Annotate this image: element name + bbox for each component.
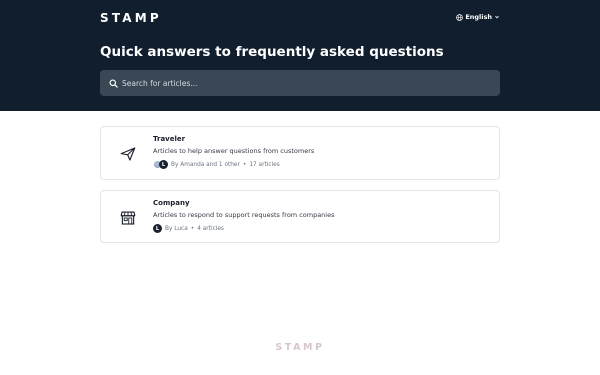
header-logo[interactable]: STAMP [100, 11, 162, 25]
site-header: STAMP English Quick answers to frequentl… [0, 0, 600, 111]
storefront-icon [118, 208, 138, 228]
article-count: 17 articles [249, 161, 280, 168]
author-avatars: L [153, 160, 168, 169]
language-selector[interactable]: English [456, 13, 500, 21]
collection-meta: L By Amanda and 1 other • 17 articles [153, 160, 280, 169]
chevron-down-icon [495, 15, 499, 19]
meta-separator: • [190, 225, 195, 232]
collection-title: Company [153, 199, 190, 207]
footer-logo[interactable]: STAMP [0, 342, 600, 353]
avatar: L [153, 224, 162, 233]
article-count: 4 articles [197, 225, 224, 232]
collection-authors: By Luca [165, 225, 188, 232]
search-placeholder: Search for articles... [122, 78, 198, 88]
search-input[interactable]: Search for articles... [100, 70, 500, 96]
globe-icon [456, 13, 464, 21]
avatar: L [159, 160, 168, 169]
collection-authors: By Amanda and 1 other [171, 161, 240, 168]
collection-card-company[interactable]: Company Articles to respond to support r… [100, 190, 500, 243]
collection-title: Traveler [153, 135, 186, 143]
language-label: English [465, 13, 492, 21]
collection-card-traveler[interactable]: Traveler Articles to help answer questio… [100, 126, 500, 180]
collection-meta: L By Luca • 4 articles [153, 224, 224, 233]
author-avatars: L [153, 224, 162, 233]
paper-plane-icon [118, 144, 138, 164]
meta-separator: • [242, 161, 247, 168]
collection-description: Articles to help answer questions from c… [153, 147, 315, 155]
page-title: Quick answers to frequently asked questi… [100, 44, 444, 60]
collection-description: Articles to respond to support requests … [153, 211, 335, 219]
search-icon [109, 78, 118, 88]
